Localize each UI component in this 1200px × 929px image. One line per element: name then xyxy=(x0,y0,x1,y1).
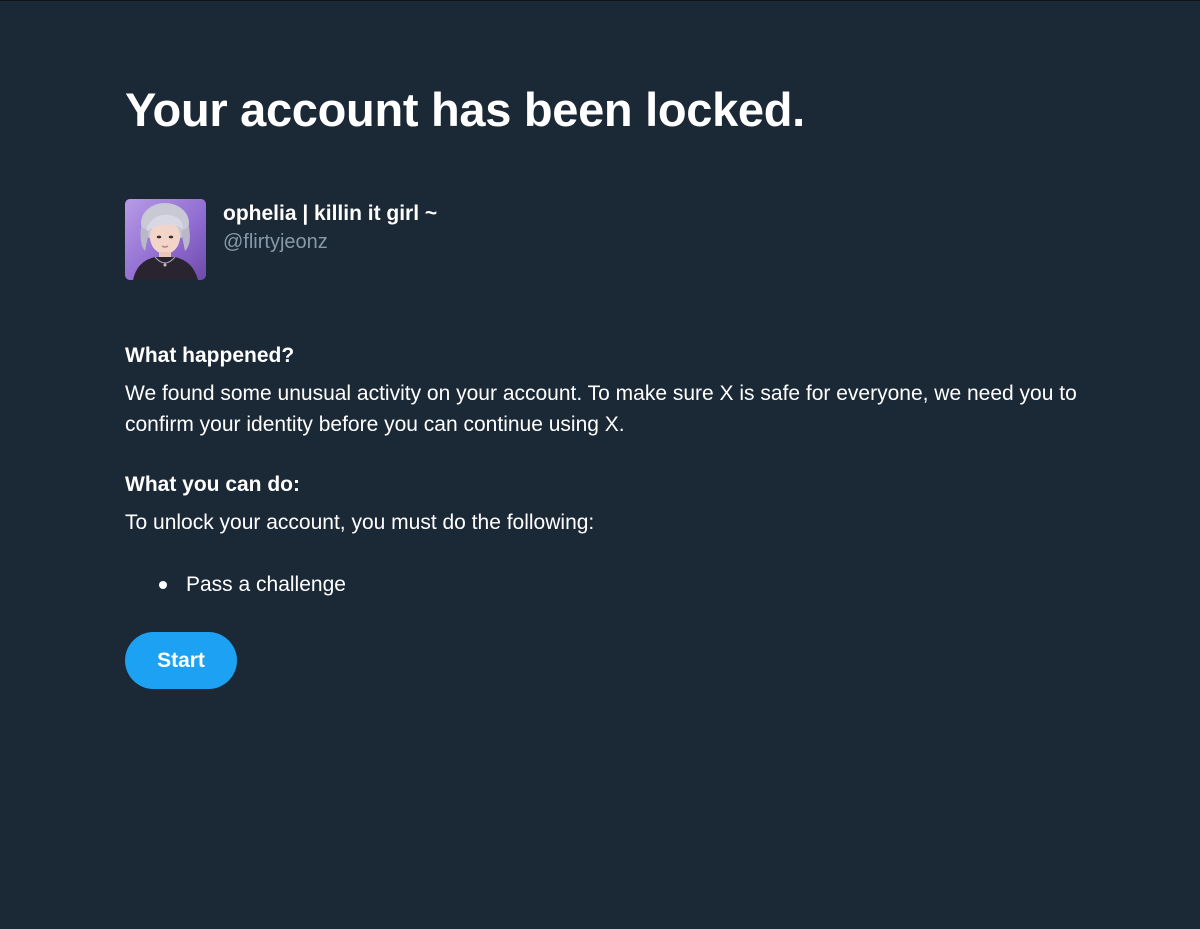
what-happened-heading: What happened? xyxy=(125,344,295,367)
start-button[interactable]: Start xyxy=(125,632,237,689)
task-label: Pass a challenge xyxy=(186,573,346,596)
display-name: ophelia | killin it girl ~ xyxy=(223,202,438,225)
what-you-can-do-heading: What you can do: xyxy=(125,473,300,496)
task-list: Pass a challenge xyxy=(125,568,346,602)
page-title: Your account has been locked. xyxy=(125,83,805,136)
avatar xyxy=(125,199,206,280)
what-happened-text: We found some unusual activity on your a… xyxy=(125,382,1077,436)
account-card: ophelia | killin it girl ~ @flirtyjeonz xyxy=(125,199,437,280)
list-item: Pass a challenge xyxy=(125,568,346,602)
top-border xyxy=(0,0,1200,1)
account-handle: @flirtyjeonz xyxy=(223,231,328,253)
what-you-can-do-text: To unlock your account, you must do the … xyxy=(125,511,595,534)
avatar-image xyxy=(125,199,206,280)
bullet-icon xyxy=(159,581,167,589)
account-info: ophelia | killin it girl ~ @flirtyjeonz xyxy=(223,200,437,256)
